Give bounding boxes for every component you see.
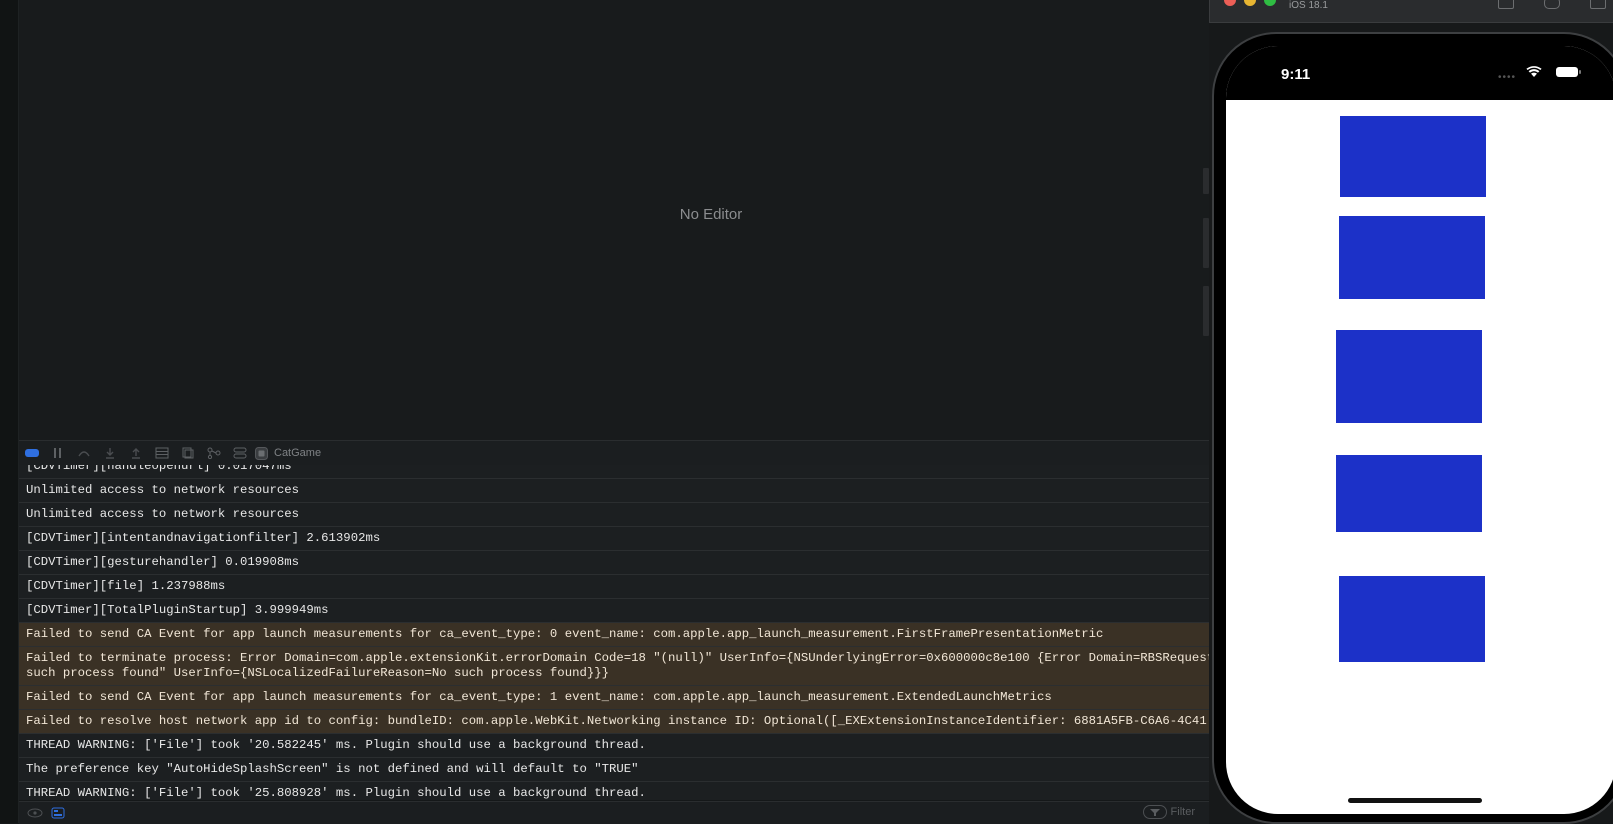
game-block-1[interactable] [1340, 116, 1486, 197]
game-block-3[interactable] [1336, 330, 1482, 423]
console-line: [CDVTimer][intentandnavigationfilter] 2.… [19, 527, 1209, 551]
zoom-window-button[interactable] [1264, 0, 1276, 6]
simulator-titlebar: iOS 18.1 [1209, 0, 1613, 23]
rotate-icon[interactable] [1590, 0, 1606, 9]
side-button-action [1203, 168, 1209, 194]
memory-graph-icon [182, 447, 194, 459]
filter-placeholder: Filter [1170, 806, 1195, 818]
wifi-icon [1526, 66, 1542, 77]
game-block-5[interactable] [1339, 576, 1485, 662]
console-toggle-icon [25, 449, 39, 457]
navigator-edge [0, 0, 19, 823]
location-button[interactable] [227, 443, 253, 463]
side-button-volume-down [1203, 286, 1209, 336]
pause-button[interactable] [45, 443, 71, 463]
step-over-icon [78, 451, 90, 457]
home-indicator[interactable] [1348, 798, 1482, 803]
editor-area: No Editor [19, 0, 1209, 440]
game-block-4[interactable] [1336, 455, 1482, 532]
console-output[interactable]: [CDVTimer][handleopenurl] 0.017047ms Unli… [19, 465, 1209, 800]
device-frame: 9:11 •••• [1212, 32, 1613, 824]
console-line: [CDVTimer][file] 1.237988ms [19, 575, 1209, 599]
console-line: Unlimited access to network resources [19, 503, 1209, 527]
toggles-icon [233, 447, 247, 459]
console-bottom-bar: Filter [19, 801, 1209, 824]
console-line: Failed to resolve host network app id to… [19, 710, 1209, 734]
console-line: Failed to send CA Event for app launch m… [19, 623, 1209, 647]
signal-dots-icon: •••• [1498, 72, 1517, 83]
console-line: THREAD WARNING: ['File'] took '25.808928… [19, 782, 1209, 800]
filter-field[interactable]: Filter [1142, 805, 1195, 819]
screenshot-icon[interactable] [1544, 0, 1560, 9]
minimize-window-button[interactable] [1244, 0, 1256, 6]
environment-button[interactable] [201, 443, 227, 463]
eye-icon[interactable] [27, 808, 43, 818]
view-hierarchy-icon [155, 447, 169, 459]
home-icon[interactable] [1498, 0, 1514, 9]
console-line: Unlimited access to network resources [19, 479, 1209, 503]
console-line: [CDVTimer][handleopenurl] 0.017047ms [19, 465, 1209, 479]
filter-icon [1142, 805, 1167, 819]
console-line: Failed to send CA Event for app launch m… [19, 686, 1209, 710]
status-bar: 9:11 •••• [1226, 46, 1613, 100]
simulator-os-label: iOS 18.1 [1289, 0, 1328, 11]
console-line: Failed to terminate process: Error Domai… [19, 647, 1209, 686]
close-window-button[interactable] [1224, 0, 1236, 6]
debug-toolbar: CatGame [19, 440, 1209, 466]
side-button-volume-up [1203, 218, 1209, 268]
process-name: CatGame [274, 447, 322, 459]
branch-icon [207, 447, 221, 459]
console-line: THREAD WARNING: ['File'] took '20.582245… [19, 734, 1209, 758]
console-toggle-button[interactable] [19, 443, 45, 463]
process-selector[interactable]: CatGame [255, 446, 322, 460]
pause-icon [54, 448, 61, 458]
step-into-button[interactable] [97, 443, 123, 463]
console-line: The preference key "AutoHideSplashScreen… [19, 758, 1209, 782]
console-line: [CDVTimer][TotalPluginStartup] 3.999949m… [19, 599, 1209, 623]
status-time: 9:11 [1281, 66, 1311, 83]
game-block-2[interactable] [1339, 216, 1485, 299]
console-line: [CDVTimer][gesturehandler] 0.019908ms [19, 551, 1209, 575]
battery-icon [1556, 67, 1581, 77]
no-editor-label: No Editor [679, 206, 743, 223]
variables-toggle-icon[interactable] [51, 807, 65, 819]
step-out-icon [132, 448, 140, 459]
device-screen[interactable]: 9:11 •••• [1226, 46, 1613, 814]
app-icon [255, 446, 268, 460]
step-out-button[interactable] [123, 443, 149, 463]
step-into-icon [106, 448, 114, 459]
view-hierarchy-button[interactable] [149, 443, 175, 463]
step-over-button[interactable] [71, 443, 97, 463]
memory-graph-button[interactable] [175, 443, 201, 463]
